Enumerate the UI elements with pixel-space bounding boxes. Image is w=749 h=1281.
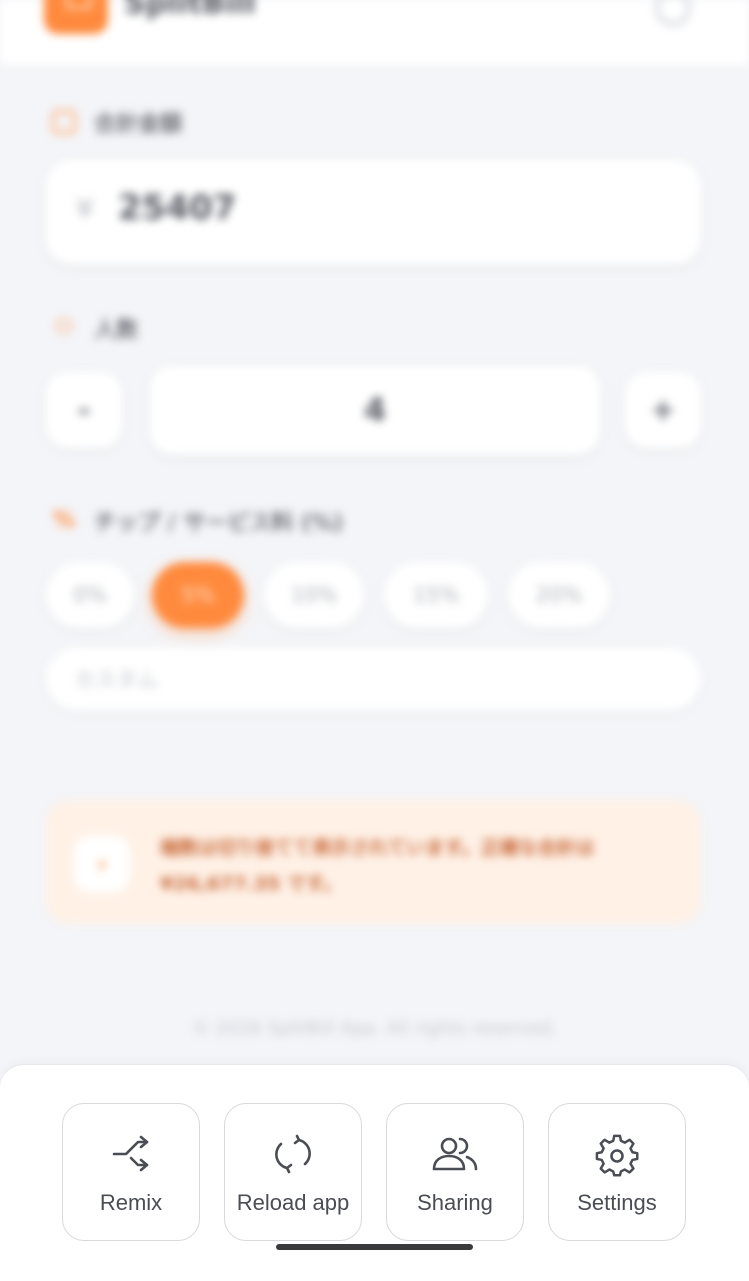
chevron-right-icon: › [74, 836, 130, 892]
home-indicator[interactable] [276, 1244, 473, 1250]
sharing-label: Sharing [417, 1190, 493, 1215]
reload-app-button[interactable]: Reload app [224, 1103, 362, 1241]
people-count-field[interactable]: 4 [150, 366, 600, 454]
gear-icon [595, 1134, 639, 1177]
app-header: SplitBill [0, 0, 749, 64]
amount-section-title: 合計金額 [52, 108, 183, 137]
tip-option-0[interactable]: 0% [46, 562, 134, 628]
tip-section-title: % チップ / サービス料 (%) [52, 507, 344, 537]
users-icon [432, 1137, 478, 1171]
amount-label: 合計金額 [94, 112, 183, 137]
rounding-notice: › 端数は切り捨てて表示されています。正確な合計は ¥26,677.35 です。 [46, 800, 701, 924]
reload-app-label: Reload app [236, 1190, 350, 1215]
people-label: 人数 [94, 318, 139, 343]
increment-button[interactable]: + [625, 372, 701, 448]
remix-label: Remix [99, 1190, 163, 1215]
copyright-footer: © 2026 SplitBill App. All rights reserve… [191, 1018, 558, 1039]
header-toggle-icon[interactable] [655, 0, 691, 26]
notice-text: 端数は切り捨てて表示されています。正確な合計は ¥26,677.35 です。 [160, 837, 595, 895]
remix-button[interactable]: Remix [62, 1103, 200, 1241]
app-background: SplitBill 合計金額 ¥ 25407 ⚇ 人数 - 4 + % チップ … [0, 0, 749, 1070]
tip-label: チップ / サービス料 (%) [94, 511, 344, 536]
percent-icon: % [52, 508, 76, 533]
people-icon: ⚇ [54, 315, 74, 340]
people-section-title: ⚇ 人数 [52, 314, 139, 344]
reload-icon [275, 1134, 311, 1174]
sharing-button[interactable]: Sharing [386, 1103, 524, 1241]
app-name: SplitBill [124, 0, 256, 21]
receipt-icon [52, 110, 76, 134]
tip-option-20[interactable]: 20% [508, 562, 610, 628]
tip-option-15[interactable]: 15% [384, 562, 488, 628]
custom-tip-input[interactable]: カスタム [46, 648, 701, 710]
settings-label: Settings [577, 1190, 657, 1215]
amount-value[interactable]: 25407 [118, 188, 236, 228]
settings-button[interactable]: Settings [548, 1103, 686, 1241]
decrement-button[interactable]: - [46, 372, 122, 448]
app-logo [44, 0, 108, 34]
tip-option-5[interactable]: 5% [152, 562, 244, 628]
amount-field[interactable]: ¥ 25407 [46, 160, 701, 264]
tip-option-10[interactable]: 10% [264, 562, 364, 628]
currency-symbol: ¥ [76, 192, 94, 225]
shuffle-icon [112, 1135, 149, 1172]
